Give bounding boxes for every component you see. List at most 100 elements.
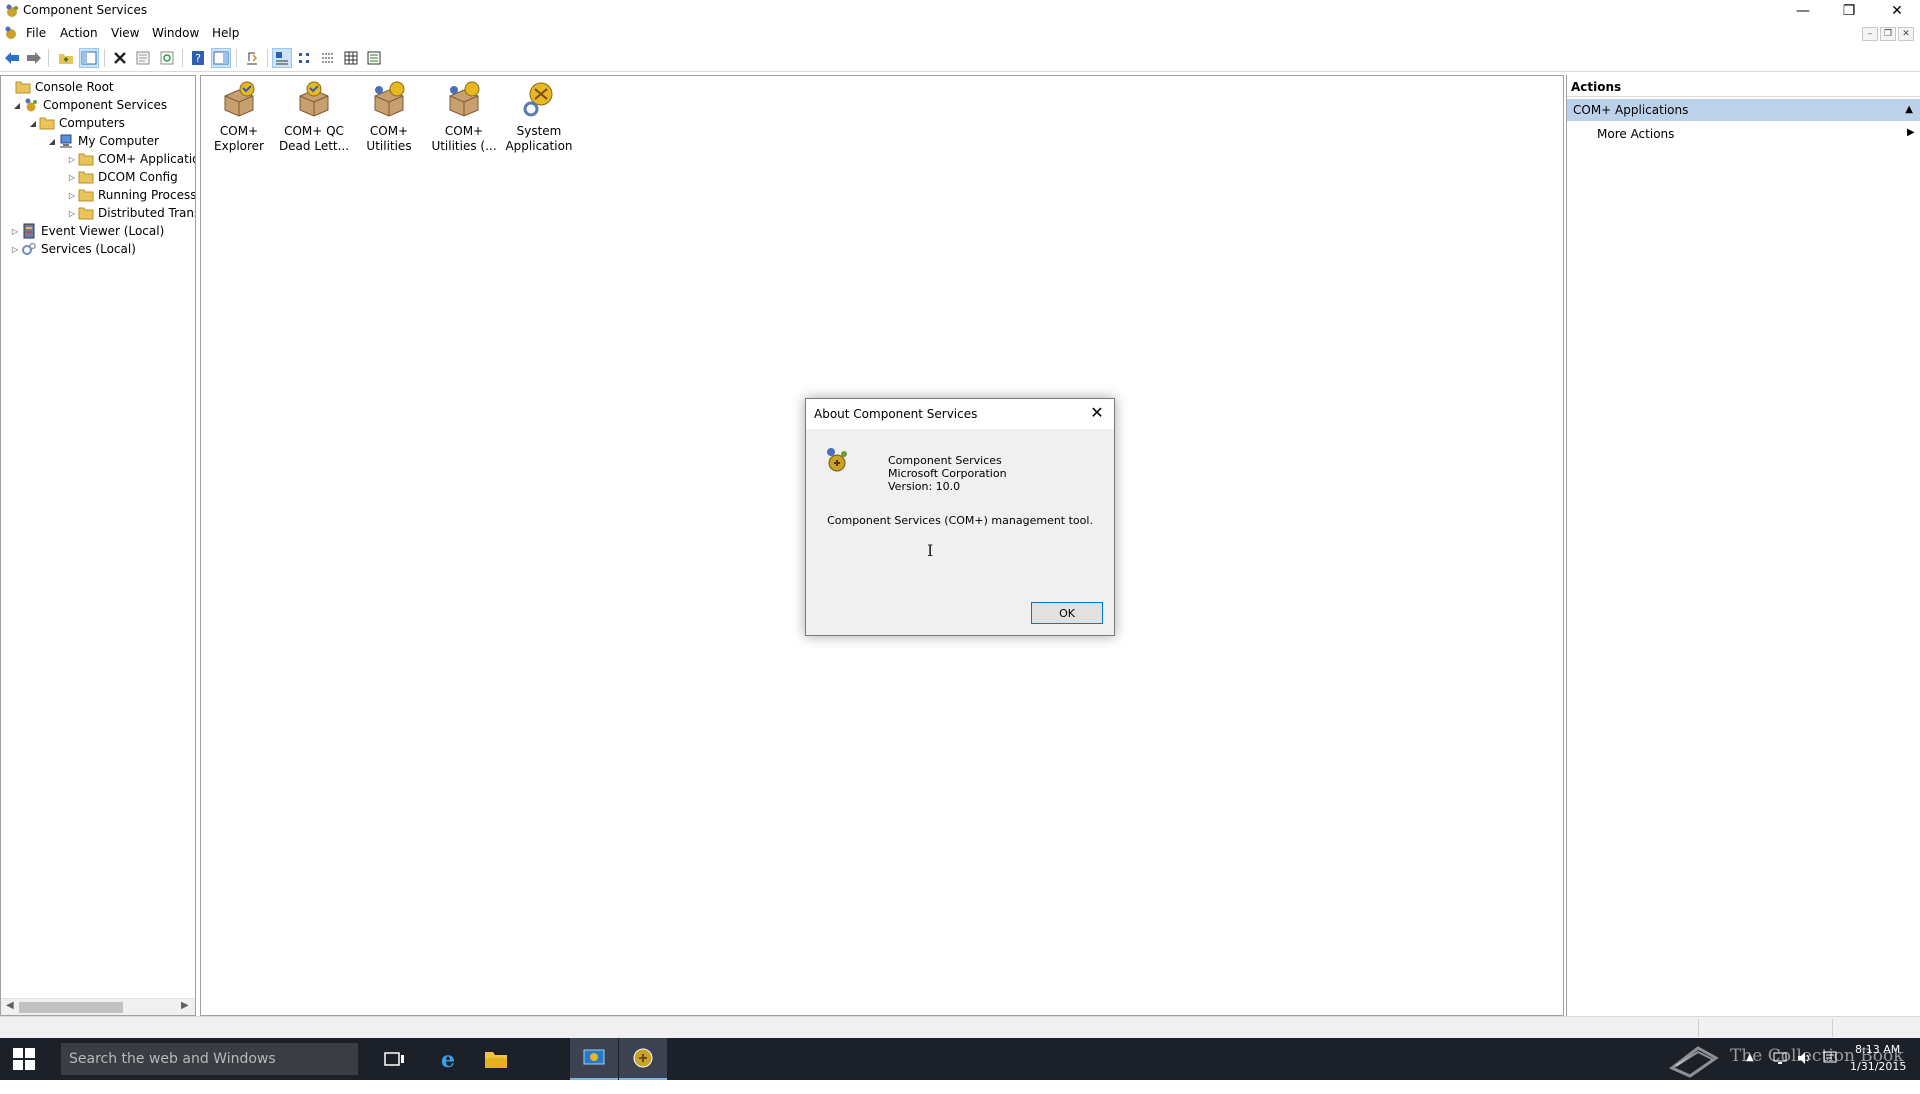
item-label-line1: COM+	[369, 124, 409, 138]
list-item-com-utilities-32[interactable]: COM+ Utilities (...	[428, 80, 500, 154]
refresh-icon[interactable]	[157, 48, 177, 68]
large-icons-view-icon[interactable]	[272, 48, 292, 68]
folder-icon	[78, 151, 94, 167]
scrollbar-thumb[interactable]	[19, 1002, 123, 1013]
console-tree[interactable]: Console Root ◢ Component Services ◢ Comp…	[0, 75, 196, 1016]
file-explorer-icon[interactable]	[472, 1038, 520, 1080]
network-icon[interactable]	[1772, 1050, 1788, 1092]
actions-section-com-applications[interactable]: COM+ Applications ▲	[1567, 99, 1920, 121]
taskbar-search-input[interactable]: Search the web and Windows	[61, 1043, 358, 1075]
internet-explorer-icon[interactable]: e	[424, 1038, 472, 1080]
clock-date[interactable]: 1/31/2015	[1850, 1060, 1906, 1073]
tree-expander[interactable]: ◢	[27, 119, 39, 128]
tree-item-label: Event Viewer (Local)	[41, 224, 165, 238]
tree-expander[interactable]: ▷	[9, 227, 21, 236]
menu-help[interactable]: Help	[212, 26, 239, 40]
action-center-icon[interactable]	[1822, 1050, 1838, 1092]
restore-button[interactable]: ❐	[1826, 0, 1872, 22]
menu-action[interactable]: Action	[60, 26, 98, 40]
list-item-com-explorer[interactable]: COM+ Explorer	[203, 80, 275, 154]
event-viewer-icon	[21, 223, 37, 239]
tree-expander[interactable]: ▷	[66, 191, 78, 200]
tree-expander[interactable]: ▷	[9, 245, 21, 254]
component-services-icon	[23, 97, 39, 113]
item-label-line1: COM+	[219, 124, 259, 138]
menu-view[interactable]: View	[111, 26, 139, 40]
more-actions-link[interactable]: More Actions	[1597, 127, 1674, 141]
tree-expander[interactable]: ▷	[66, 173, 78, 182]
item-label-line1: COM+ QC	[284, 124, 344, 138]
mdi-restore-button[interactable]: ❐	[1880, 27, 1896, 41]
tree-item-label: DCOM Config	[98, 170, 178, 184]
scroll-left-icon[interactable]: ◀	[6, 1000, 14, 1011]
component-services-taskbar-icon[interactable]	[570, 1038, 618, 1080]
tree-item-services[interactable]: ▷ Services (Local)	[9, 240, 136, 258]
back-icon[interactable]	[2, 48, 22, 68]
menu-file[interactable]: File	[26, 26, 46, 40]
tree-item-console-root[interactable]: Console Root	[3, 78, 114, 96]
dialog-close-button[interactable]: ✕	[1086, 403, 1108, 423]
windows-logo-icon	[13, 1048, 35, 1070]
volume-icon[interactable]	[1796, 1050, 1812, 1092]
component-services-app-icon[interactable]	[4, 3, 20, 19]
services-icon	[21, 241, 37, 257]
tree-item-event-viewer[interactable]: ▷ Event Viewer (Local)	[9, 222, 164, 240]
folder-icon	[78, 187, 94, 203]
tree-item-running-processes[interactable]: ▷ Running Processe	[66, 186, 195, 204]
tree-item-label: Distributed Transa	[98, 206, 195, 220]
scroll-right-icon[interactable]: ▶	[181, 1000, 189, 1011]
tree-item-component-services[interactable]: ◢ Component Services	[11, 96, 167, 114]
list-item-system-application[interactable]: System Application	[503, 80, 575, 154]
submenu-arrow-icon[interactable]: ▶	[1907, 127, 1915, 138]
tree-item-my-computer[interactable]: ◢ My Computer	[46, 132, 159, 150]
tree-item-distributed-transaction[interactable]: ▷ Distributed Transa	[66, 204, 195, 222]
tray-chevron-icon[interactable]: ▲	[1746, 1052, 1754, 1094]
menu-window[interactable]: Window	[152, 26, 199, 40]
clock-time[interactable]: 8:13 AM	[1855, 1043, 1900, 1056]
list-item-com-utilities[interactable]: COM+ Utilities	[353, 80, 425, 154]
export-list-icon[interactable]	[242, 48, 262, 68]
tree-item-dcom-config[interactable]: ▷ DCOM Config	[66, 168, 178, 186]
about-dialog-taskbar-icon[interactable]	[619, 1038, 667, 1080]
status-view-icon[interactable]	[364, 48, 384, 68]
window-title: Component Services	[23, 3, 148, 17]
up-folder-icon[interactable]	[56, 48, 76, 68]
ok-button[interactable]: OK	[1031, 602, 1103, 624]
item-label-line2: Explorer	[214, 139, 264, 153]
tree-expander[interactable]: ▷	[66, 209, 78, 218]
actions-section-label: COM+ Applications	[1573, 103, 1689, 117]
delete-icon[interactable]	[110, 48, 130, 68]
small-icons-view-icon[interactable]	[295, 48, 315, 68]
system-application-icon	[523, 82, 553, 117]
collapse-up-icon[interactable]: ▲	[1905, 99, 1913, 121]
tree-item-label: COM+ Applicatio	[98, 152, 196, 166]
tree-expander[interactable]: ▷	[66, 155, 78, 164]
forward-icon[interactable]	[24, 48, 44, 68]
system-menu-icon[interactable]	[3, 25, 19, 41]
help-icon[interactable]: ?	[188, 48, 208, 68]
close-button[interactable]: ✕	[1874, 0, 1920, 22]
start-button[interactable]	[0, 1038, 48, 1080]
tree-item-label: Services (Local)	[41, 242, 136, 256]
tree-expander[interactable]: ◢	[11, 101, 23, 110]
item-label-line1: System	[516, 124, 562, 138]
package-icon	[224, 81, 255, 117]
detail-view-icon[interactable]	[341, 48, 361, 68]
svg-text:e: e	[441, 1047, 455, 1071]
minimize-button[interactable]: —	[1780, 0, 1826, 22]
dialog-description: Component Services (COM+) management too…	[827, 514, 1093, 527]
tree-expander[interactable]: ◢	[46, 137, 58, 146]
list-view-icon[interactable]	[318, 48, 338, 68]
folder-icon	[78, 205, 94, 221]
task-view-icon[interactable]	[371, 1038, 419, 1080]
mdi-close-button[interactable]: ✕	[1898, 27, 1914, 41]
tree-item-com-applications[interactable]: ▷ COM+ Applicatio	[66, 150, 196, 168]
tree-item-computers[interactable]: ◢ Computers	[27, 114, 125, 132]
mdi-minimize-button[interactable]: –	[1862, 27, 1878, 41]
tree-horizontal-scrollbar[interactable]: ◀ ▶	[1, 998, 195, 1015]
show-hide-console-tree-icon[interactable]	[79, 48, 99, 68]
dialog-title: About Component Services	[814, 407, 978, 421]
list-item-com-qc-dead-letter[interactable]: COM+ QC Dead Lett...	[278, 80, 350, 154]
properties-icon[interactable]	[133, 48, 153, 68]
show-hide-action-pane-icon[interactable]	[211, 48, 231, 68]
